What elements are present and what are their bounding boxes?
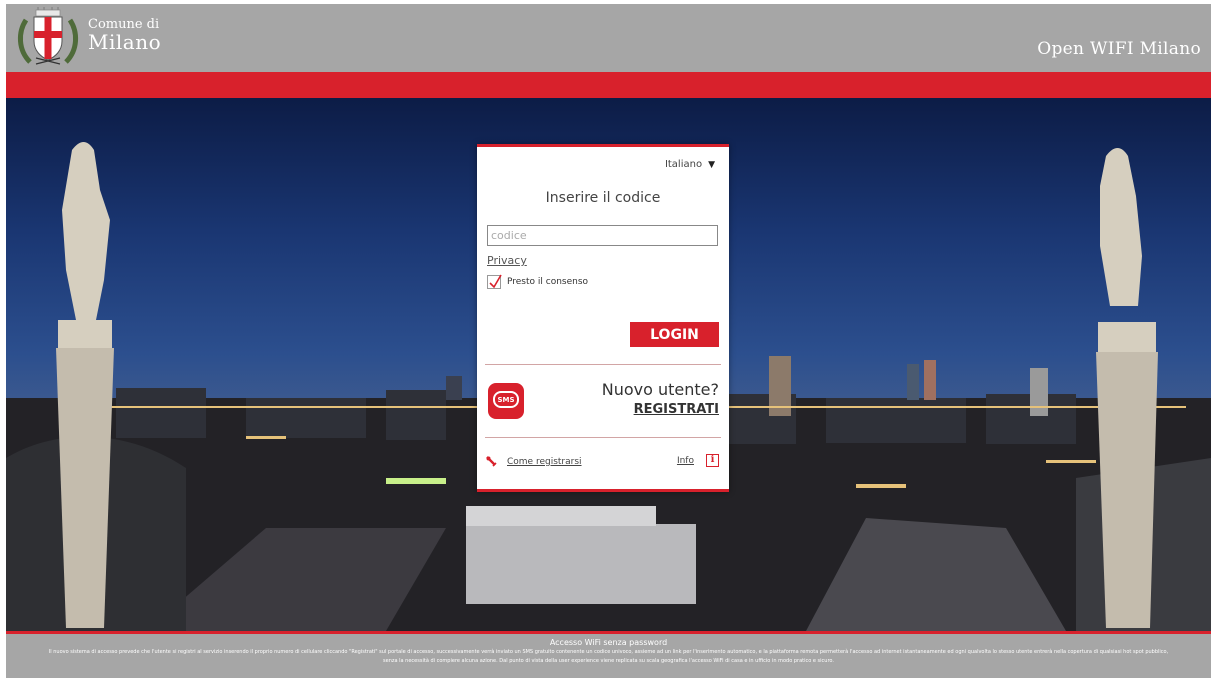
milano-coat-of-arms-logo xyxy=(18,7,78,65)
how-to-register-label: Come registrarsi xyxy=(507,456,582,467)
how-to-register-link[interactable]: Come registrarsi xyxy=(486,456,582,467)
sms-icon[interactable]: SMS xyxy=(488,383,524,419)
login-card: Italiano ▼ Inserire il codice Privacy Pre… xyxy=(477,144,729,492)
code-input[interactable] xyxy=(487,225,718,246)
register-link[interactable]: REGISTRATI xyxy=(634,402,719,417)
card-title: Inserire il codice xyxy=(545,190,661,206)
site-title: Open WIFI Milano xyxy=(1037,39,1201,59)
footer-title: Accesso WiFi senza password xyxy=(549,638,668,647)
wrench-icon xyxy=(486,456,497,467)
caret-down-icon: ▼ xyxy=(708,160,715,170)
info-icon: i xyxy=(706,454,719,467)
info-label: Info xyxy=(676,455,694,466)
divider-top xyxy=(485,364,721,365)
new-user-label: Nuovo utente? xyxy=(601,380,719,399)
info-link[interactable]: Info i xyxy=(677,454,719,467)
logo-wordmark: Comune di Milano xyxy=(88,18,161,52)
header: Comune di Milano Open WIFI Milano xyxy=(6,4,1211,72)
language-label: Italiano xyxy=(664,159,703,170)
checkmark-icon xyxy=(489,274,502,289)
login-button[interactable]: LOGIN xyxy=(630,322,719,347)
sms-bubble: SMS xyxy=(493,391,519,408)
consent-label: Presto il consenso xyxy=(507,277,589,287)
language-selector[interactable]: Italiano ▼ xyxy=(665,159,715,170)
consent-row: Presto il consenso xyxy=(487,274,588,290)
consent-checkbox[interactable] xyxy=(487,274,502,289)
footer-description: Il nuovo sistema di accesso prevede che … xyxy=(48,649,1169,664)
header-red-band xyxy=(6,72,1211,98)
footer: Accesso WiFi senza password Il nuovo sis… xyxy=(6,634,1211,678)
logo-line2: Milano xyxy=(88,30,162,54)
privacy-link[interactable]: Privacy xyxy=(487,254,527,267)
divider-bottom xyxy=(485,437,721,438)
